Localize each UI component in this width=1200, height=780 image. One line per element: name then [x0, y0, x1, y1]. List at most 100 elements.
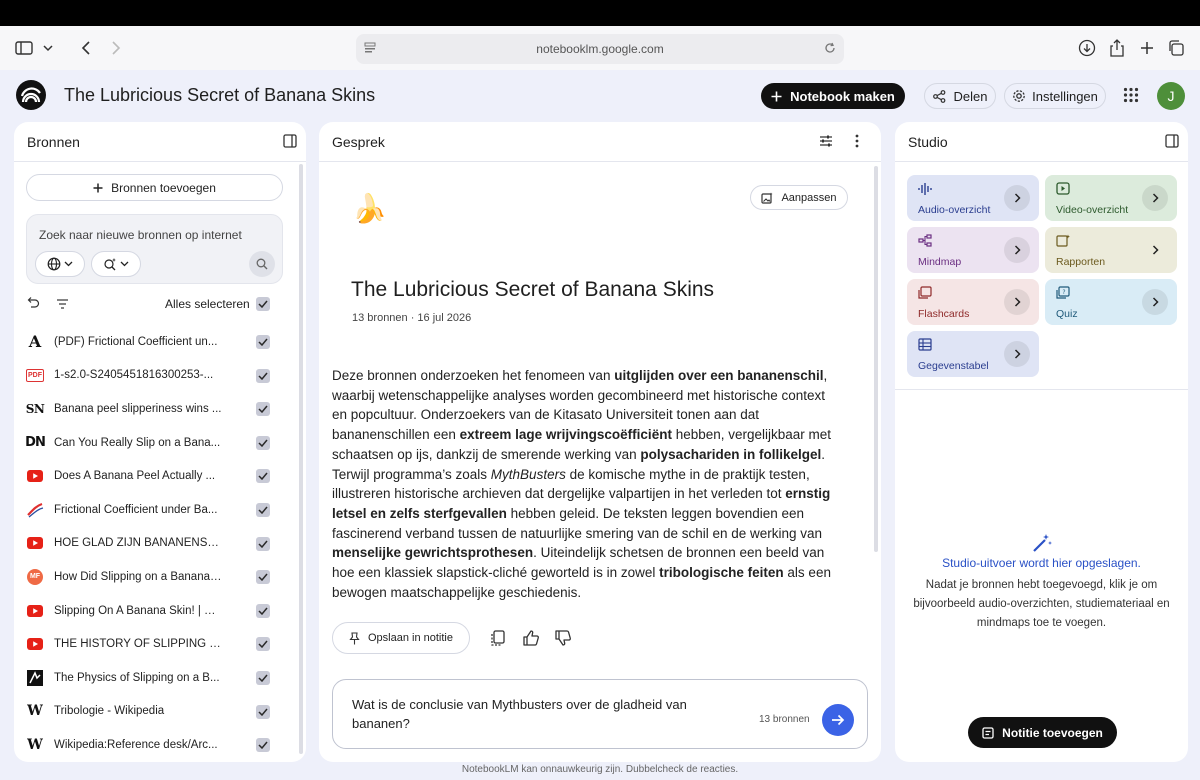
- search-input[interactable]: Zoek naar nieuwe bronnen op internet: [39, 228, 242, 242]
- adjust-button[interactable]: Aanpassen: [750, 185, 848, 210]
- copy-icon[interactable]: [489, 629, 509, 649]
- settings-button[interactable]: Instellingen: [1004, 83, 1106, 109]
- sources-title: Bronnen: [27, 134, 80, 150]
- search-submit-button[interactable]: [249, 251, 275, 277]
- flashcards-tile[interactable]: Flashcards: [907, 279, 1039, 325]
- save-to-note-button[interactable]: Opslaan in notitie: [332, 622, 470, 654]
- chevron-right-icon[interactable]: [1004, 185, 1030, 211]
- source-checkbox[interactable]: [256, 637, 270, 652]
- chevron-right-icon[interactable]: [1004, 289, 1030, 315]
- thumbs-up-icon[interactable]: [522, 629, 542, 649]
- chevron-right-icon[interactable]: [1142, 289, 1168, 315]
- source-type-dropdown[interactable]: [35, 251, 85, 277]
- note-icon: [982, 726, 994, 739]
- reports-tile[interactable]: Rapporten: [1045, 227, 1177, 273]
- wikipedia-icon: W: [27, 703, 43, 720]
- tabs-overview-icon[interactable]: [1164, 36, 1188, 60]
- source-checkbox[interactable]: [256, 536, 270, 551]
- thumbs-down-icon[interactable]: [554, 629, 574, 649]
- chevron-right-icon[interactable]: [1004, 341, 1030, 367]
- chat-composer[interactable]: Wat is de conclusie van Mythbusters over…: [332, 679, 868, 749]
- chevron-right-icon[interactable]: [1142, 237, 1168, 263]
- source-checkbox[interactable]: [256, 502, 270, 517]
- reload-icon[interactable]: [824, 42, 836, 57]
- notebooklm-logo[interactable]: [16, 80, 46, 110]
- chevron-right-icon[interactable]: [1142, 185, 1168, 211]
- collapse-panel-icon[interactable]: [283, 134, 299, 150]
- source-item-label: Does A Banana Peel Actually ...: [54, 470, 216, 483]
- source-checkbox[interactable]: [256, 335, 270, 349]
- collapse-panel-icon[interactable]: [1165, 134, 1181, 150]
- source-checkbox[interactable]: [256, 603, 270, 618]
- chevron-right-icon[interactable]: [1004, 237, 1030, 263]
- new-tab-icon[interactable]: [1135, 36, 1159, 60]
- select-all-checkbox[interactable]: [256, 297, 270, 311]
- add-sources-button[interactable]: Bronnen toevoegen: [26, 174, 283, 201]
- share-icon[interactable]: [1105, 36, 1129, 60]
- source-item-label: HOE GLAD ZIJN BANANENSC...: [54, 537, 222, 550]
- source-checkbox[interactable]: [256, 670, 270, 685]
- source-checkbox[interactable]: [256, 435, 270, 450]
- url-bar[interactable]: notebooklm.google.com: [356, 34, 844, 64]
- more-options-icon[interactable]: [855, 134, 859, 153]
- forward-icon[interactable]: [104, 36, 128, 60]
- web-search-box[interactable]: Zoek naar nieuwe bronnen op internet: [26, 214, 283, 284]
- chat-input[interactable]: Wat is de conclusie van Mythbusters over…: [352, 695, 722, 733]
- sources-scrollbar[interactable]: [299, 164, 303, 754]
- mindmap-tile[interactable]: Mindmap: [907, 227, 1039, 273]
- save-to-note-label: Opslaan in notitie: [368, 632, 453, 644]
- source-item[interactable]: DN Can You Really Slip on a Bana...: [25, 426, 283, 460]
- quiz-tile[interactable]: ? Quiz: [1045, 279, 1177, 325]
- back-icon[interactable]: [74, 36, 98, 60]
- add-note-button[interactable]: Notitie toevoegen: [968, 717, 1117, 748]
- refresh-icon[interactable]: [26, 296, 40, 315]
- source-checkbox[interactable]: [256, 469, 270, 484]
- source-item-label: Tribologie - Wikipedia: [54, 705, 165, 718]
- source-item[interactable]: THE HISTORY OF SLIPPING O...: [26, 627, 283, 661]
- search-mode-dropdown[interactable]: [91, 251, 141, 277]
- avatar[interactable]: J: [1157, 82, 1185, 110]
- source-item[interactable]: The Physics of Slipping on a B...: [26, 661, 283, 695]
- new-notebook-button[interactable]: Notebook maken: [761, 83, 905, 109]
- tune-icon[interactable]: [819, 134, 833, 153]
- send-button[interactable]: [822, 704, 854, 736]
- data-table-tile[interactable]: Gegevenstabel: [907, 331, 1039, 377]
- browser-toolbar: notebooklm.google.com: [0, 26, 1200, 70]
- source-item[interactable]: HOE GLAD ZIJN BANANENSC...: [26, 527, 283, 561]
- sparkle-search-icon: [104, 258, 116, 271]
- source-list: A (PDF) Frictional Coefficient un... PDF 1-…: [25, 325, 283, 762]
- source-checkbox[interactable]: [256, 402, 270, 417]
- audio-overview-tile[interactable]: Audio-overzicht: [907, 175, 1039, 221]
- site-settings-icon[interactable]: [364, 42, 376, 57]
- video-overview-tile[interactable]: Video-overzicht: [1045, 175, 1177, 221]
- source-item[interactable]: Does A Banana Peel Actually ...: [26, 459, 283, 493]
- share-button[interactable]: Delen: [924, 83, 996, 109]
- source-item[interactable]: SN Banana peel slipperiness wins ...: [26, 392, 283, 426]
- source-item[interactable]: W Tribologie - Wikipedia: [26, 695, 283, 729]
- notebook-title[interactable]: The Lubricious Secret of Banana Skins: [64, 85, 375, 106]
- source-checkbox[interactable]: [256, 738, 270, 753]
- source-item[interactable]: PDF 1-s2.0-S2405451816300253-...: [26, 359, 283, 393]
- select-all-label[interactable]: Alles selecteren: [165, 297, 250, 311]
- source-checkbox[interactable]: [256, 368, 270, 383]
- source-item[interactable]: Frictional Coefficient under Ba...: [26, 493, 283, 527]
- plus-icon: [771, 91, 782, 101]
- chat-scrollbar[interactable]: [874, 166, 878, 552]
- quiz-icon: ?: [1056, 286, 1070, 299]
- sidebar-toggle-icon[interactable]: [12, 36, 36, 60]
- source-item[interactable]: W Wikipedia:Reference desk/Arc...: [26, 728, 283, 762]
- apps-grid-icon[interactable]: [1123, 87, 1139, 103]
- youtube-icon: [26, 602, 44, 620]
- source-item-label: The Physics of Slipping on a B...: [54, 671, 220, 684]
- source-checkbox[interactable]: [256, 570, 270, 585]
- chevron-down-icon[interactable]: [36, 36, 60, 60]
- disclaimer-footer: NotebookLM kan onnauwkeurig zijn. Dubbel…: [461, 764, 739, 775]
- source-checkbox[interactable]: [256, 704, 270, 719]
- filter-icon[interactable]: [56, 297, 69, 315]
- divider: [319, 161, 881, 162]
- download-icon[interactable]: [1075, 36, 1099, 60]
- source-item[interactable]: A (PDF) Frictional Coefficient un...: [26, 325, 283, 359]
- source-item[interactable]: Slipping On A Banana Skin! | M...: [26, 594, 283, 628]
- source-item[interactable]: MF How Did Slipping on a Banana ...: [26, 560, 283, 594]
- studio-tile-label: Mindmap: [918, 256, 962, 268]
